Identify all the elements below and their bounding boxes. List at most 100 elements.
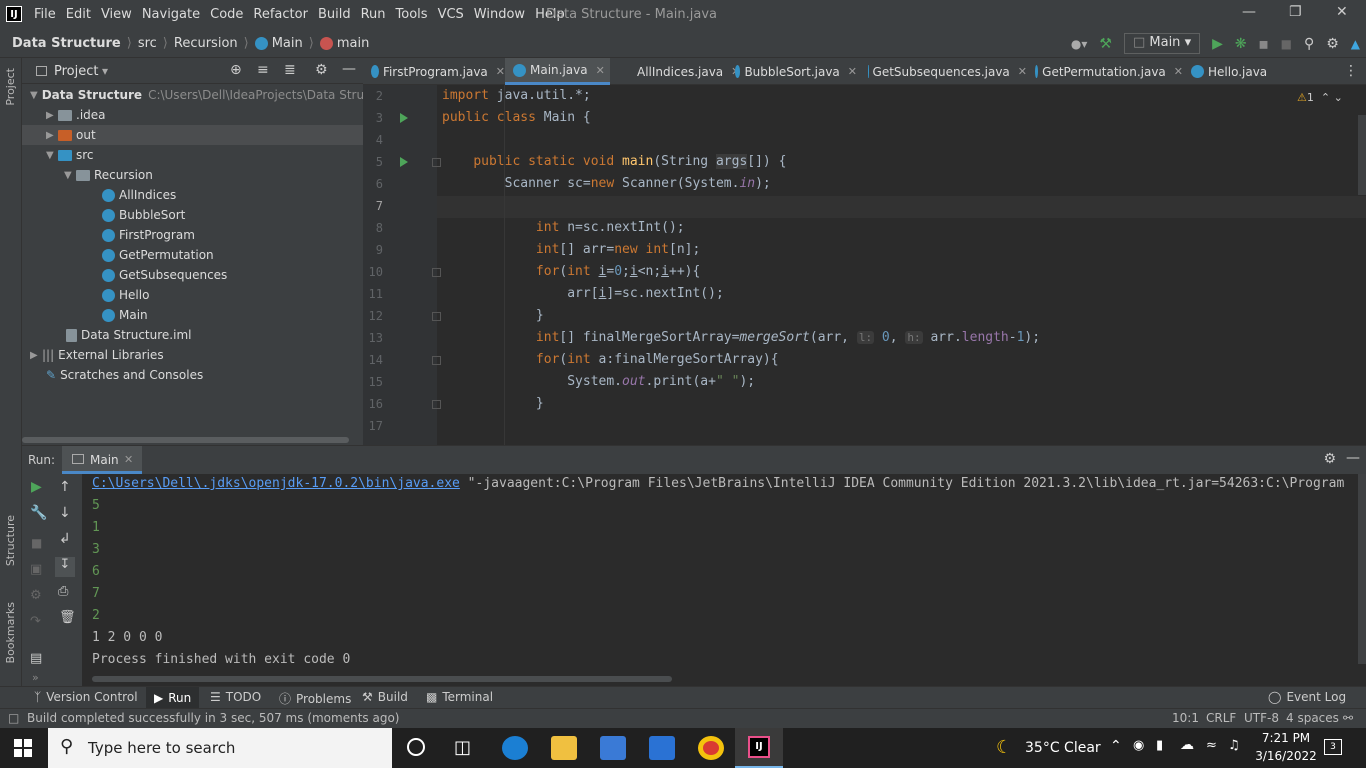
run-tab-main[interactable]: Main ✕ (62, 446, 142, 474)
tab-main[interactable]: Main.java ✕ (505, 58, 610, 85)
tray-wifi-icon[interactable]: ≈ (1206, 738, 1217, 753)
user-icon[interactable]: ●▾ (1071, 37, 1088, 51)
menu-run[interactable]: Run (361, 7, 386, 22)
tab-build[interactable]: ⚒ Build (362, 690, 408, 704)
crumb-main-method[interactable]: main (337, 36, 369, 51)
tree-item-bubblesort[interactable]: BubbleSort (22, 205, 363, 225)
project-tool-tab[interactable]: Project (4, 68, 17, 106)
tab-allindices[interactable]: AllIndices.java✕ (625, 58, 740, 85)
tree-item-iml[interactable]: Data Structure.iml (22, 325, 363, 345)
file-explorer-icon[interactable] (551, 736, 577, 760)
edge-browser-icon[interactable] (502, 736, 528, 760)
chrome-browser-icon[interactable] (698, 736, 724, 760)
tree-item-root[interactable]: ▼ Data Structure C:\Users\Dell\IdeaProject… (22, 85, 383, 105)
lock-icon[interactable]: ⚯ (1343, 711, 1353, 725)
tree-item-scratches[interactable]: ✎ Scratches and Consoles (22, 365, 363, 385)
hide-panel-icon[interactable]: — (1346, 450, 1360, 466)
windows-start-icon[interactable] (14, 739, 32, 757)
print-icon[interactable]: ⎙ (58, 584, 68, 599)
arrow-up-icon[interactable]: ↑ (59, 479, 71, 495)
taskbar-search-box[interactable]: ⚲ Type here to search (48, 728, 392, 768)
bookmarks-tool-tab[interactable]: Bookmarks (4, 602, 17, 663)
java-exe-link[interactable]: C:\Users\Dell\.jdks\openjdk-17.0.2\bin\j… (92, 476, 460, 491)
editor-scrollbar[interactable] (1358, 115, 1366, 195)
menu-navigate[interactable]: Navigate (142, 7, 200, 22)
menu-build[interactable]: Build (318, 7, 351, 22)
tree-item-external-libraries[interactable]: ▶ ||| External Libraries (22, 345, 363, 365)
fold-marker-icon[interactable] (432, 356, 441, 365)
tab-todo[interactable]: ☰ TODO (210, 690, 261, 704)
gear-icon[interactable]: ⚙ (1326, 36, 1339, 52)
file-encoding[interactable]: UTF-8 (1244, 711, 1279, 725)
clock-date[interactable]: 3/16/2022 (1254, 749, 1318, 763)
horizontal-scrollbar[interactable] (22, 437, 349, 443)
line-separator[interactable]: CRLF (1206, 711, 1236, 725)
close-tab-icon[interactable]: ✕ (496, 65, 505, 78)
close-tab-icon[interactable]: ✕ (848, 65, 857, 78)
debug-icon[interactable]: ❋ (1235, 36, 1247, 52)
menu-refactor[interactable]: Refactor (253, 7, 308, 22)
run-gutter-icon[interactable] (400, 157, 408, 167)
restore-icon[interactable]: ❐ (1289, 4, 1302, 20)
tree-item-src[interactable]: ▼ src (22, 145, 363, 165)
tree-item-getsubsequences[interactable]: GetSubsequences (22, 265, 363, 285)
fold-marker-icon[interactable] (432, 268, 441, 277)
caret-position[interactable]: 10:1 (1172, 711, 1199, 725)
chevron-down-icon[interactable]: ▾ (102, 64, 108, 78)
tray-volume-icon[interactable]: ♫ (1228, 738, 1240, 753)
microsoft-store-icon[interactable] (600, 736, 626, 760)
crumb-src[interactable]: src (138, 36, 157, 51)
stop-icon[interactable]: ■ (31, 536, 42, 550)
fold-marker-icon[interactable] (432, 312, 441, 321)
stop-icon[interactable]: ■ (1281, 37, 1292, 51)
tab-version-control[interactable]: ᛉ Version Control (34, 690, 138, 704)
exit-icon[interactable]: ↷ (30, 614, 41, 629)
run-configuration-select[interactable]: □ Main ▾ (1123, 33, 1201, 54)
inspection-widget[interactable]: ⚠1 ⌃ ⌄ (1297, 91, 1343, 104)
menu-file[interactable]: File (34, 7, 56, 22)
intellij-taskbar-button[interactable]: IJ (735, 728, 783, 768)
console-vscrollbar[interactable] (1358, 474, 1366, 664)
wrench-icon[interactable]: 🔧 (30, 505, 47, 521)
tree-item-hello[interactable]: Hello (22, 285, 363, 305)
menu-edit[interactable]: Edit (66, 7, 91, 22)
jetbrains-logo-icon[interactable]: ▲ (1351, 37, 1360, 51)
tray-network-icon[interactable]: ◉ (1133, 738, 1144, 753)
menu-code[interactable]: Code (210, 7, 243, 22)
status-message[interactable]: Build completed successfully in 3 sec, 5… (27, 711, 399, 725)
weather-text[interactable]: 35°C Clear (1025, 740, 1101, 756)
hide-panel-icon[interactable]: — (342, 61, 356, 77)
tab-hello[interactable]: Hello.java (1183, 58, 1298, 85)
gear-icon[interactable]: ⚙ (315, 62, 328, 78)
weather-moon-icon[interactable]: ☾ (996, 737, 1012, 758)
hammer-build-icon[interactable]: ⚒ (1099, 36, 1112, 52)
close-tab-icon[interactable]: ✕ (1018, 65, 1027, 78)
more-icon[interactable]: » (32, 671, 39, 684)
tab-getsubsequences[interactable]: GetSubsequences.java ✕ (860, 58, 1027, 85)
tab-terminal[interactable]: ▩ Terminal (426, 690, 493, 704)
menu-tools[interactable]: Tools (396, 7, 428, 22)
fold-marker-icon[interactable] (432, 158, 441, 167)
minimize-icon[interactable]: — (1242, 4, 1256, 20)
notification-center-icon[interactable]: 3 (1324, 739, 1342, 755)
crumb-main-class[interactable]: Main (272, 36, 303, 51)
tray-tray-expand-icon[interactable]: ⌃ (1110, 738, 1122, 754)
cortana-icon[interactable] (407, 738, 425, 756)
tab-run[interactable]: ▶ Run (146, 687, 200, 708)
soft-wrap-icon[interactable]: ↲ (59, 531, 71, 547)
crumb-project[interactable]: Data Structure (12, 36, 121, 51)
expand-all-icon[interactable]: ≡ (257, 62, 269, 78)
project-panel-title[interactable]: Project (54, 64, 98, 79)
menu-view[interactable]: View (101, 7, 132, 22)
clock-time[interactable]: 7:21 PM (1258, 731, 1314, 745)
tree-item-idea[interactable]: ▶ .idea (22, 105, 363, 125)
close-icon[interactable]: ✕ (1336, 4, 1348, 20)
close-tab-icon[interactable]: ✕ (1174, 65, 1183, 78)
run-gutter-icon[interactable] (400, 113, 408, 123)
tab-problems[interactable]: ⓘ Problems (279, 690, 351, 707)
structure-tool-tab[interactable]: Structure (4, 515, 17, 566)
arrow-down-icon[interactable]: ↓ (59, 505, 71, 521)
tab-bubblesort[interactable]: BubbleSort.java ✕ (727, 58, 857, 85)
scroll-to-end-icon[interactable]: ↧ (55, 557, 75, 577)
close-tab-icon[interactable]: ✕ (596, 64, 605, 77)
